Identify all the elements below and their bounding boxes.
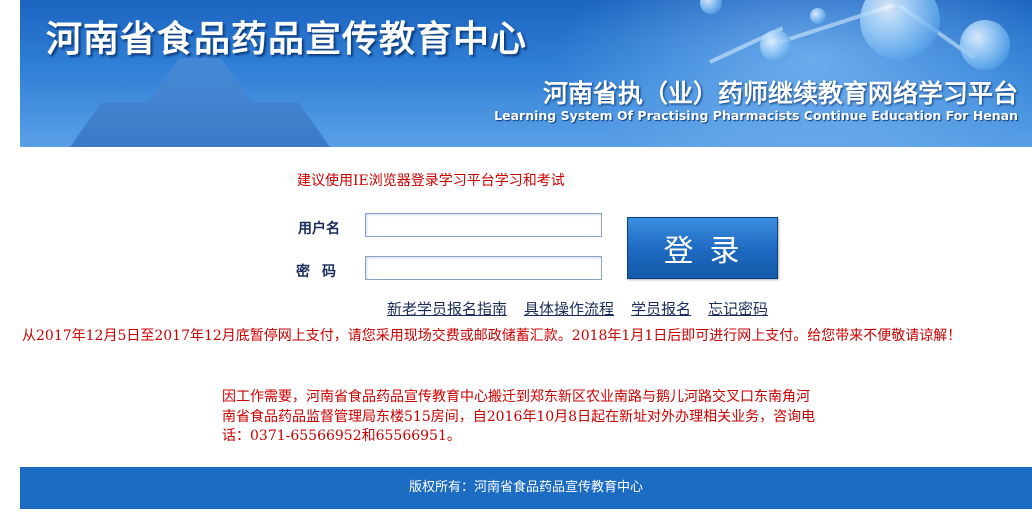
- molecule-sphere: [810, 8, 826, 24]
- banner-subtitle-en: Learning System Of Practising Pharmacist…: [494, 108, 1018, 123]
- link-registration-guide[interactable]: 新老学员报名指南: [387, 300, 507, 318]
- link-operation-process[interactable]: 具体操作流程: [524, 300, 614, 318]
- link-student-registration[interactable]: 学员报名: [631, 300, 691, 318]
- header-banner: 河南省食品药品宣传教育中心 河南省执（业）药师继续教育网络学习平台 Learni…: [20, 0, 1032, 147]
- molecule-sphere: [960, 20, 1010, 70]
- link-forgot-password[interactable]: 忘记密码: [708, 300, 768, 318]
- payment-notice: 从2017年12月5日至2017年12月底暂停网上支付，请您采用现场交费或邮政储…: [22, 328, 962, 344]
- browser-notice: 建议使用IE浏览器登录学习平台学习和考试: [297, 173, 565, 189]
- relocation-notice: 因工作需要，河南省食品药品宣传教育中心搬迁到郑东新区农业南路与鹅儿河路交叉口东南…: [222, 389, 816, 444]
- password-label: 密码: [296, 264, 348, 280]
- molecule-sphere: [760, 30, 792, 62]
- banner-building-graphic: [70, 57, 330, 147]
- banner-title: 河南省食品药品宣传教育中心: [46, 19, 528, 60]
- copyright-text: 版权所有：河南省食品药品宣传教育中心: [408, 480, 643, 495]
- banner-subtitle-cn: 河南省执（业）药师继续教育网络学习平台: [542, 79, 1018, 108]
- password-input[interactable]: [365, 256, 602, 280]
- page-frame: 河南省食品药品宣传教育中心 河南省执（业）药师继续教育网络学习平台 Learni…: [20, 0, 1032, 513]
- login-button[interactable]: 登录: [627, 217, 778, 279]
- footer: 版权所有：河南省食品药品宣传教育中心: [20, 467, 1032, 509]
- username-label: 用户名: [298, 221, 340, 237]
- username-input[interactable]: [365, 213, 602, 237]
- login-links: 新老学员报名指南 具体操作流程 学员报名 忘记密码: [387, 298, 785, 319]
